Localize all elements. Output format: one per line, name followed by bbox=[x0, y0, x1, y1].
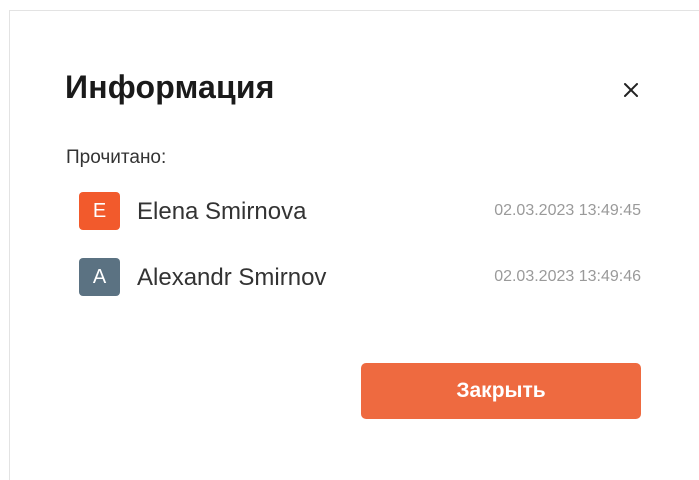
close-icon[interactable] bbox=[621, 80, 641, 100]
info-dialog: Информация Прочитано: E Elena Smirnova 0… bbox=[9, 10, 699, 480]
read-timestamp: 02.03.2023 13:49:46 bbox=[494, 268, 641, 285]
read-timestamp: 02.03.2023 13:49:45 bbox=[494, 202, 641, 219]
close-button[interactable]: Закрыть bbox=[361, 363, 641, 419]
dialog-title: Информация bbox=[65, 69, 275, 105]
avatar: E bbox=[79, 192, 120, 230]
reader-row: A Alexandr Smirnov 02.03.2023 13:49:46 bbox=[79, 252, 641, 296]
reader-name: Alexandr Smirnov bbox=[137, 264, 327, 291]
reader-row: E Elena Smirnova 02.03.2023 13:49:45 bbox=[79, 186, 641, 230]
read-by-label: Прочитано: bbox=[66, 147, 167, 168]
reader-name: Elena Smirnova bbox=[137, 198, 307, 225]
avatar: A bbox=[79, 258, 120, 296]
